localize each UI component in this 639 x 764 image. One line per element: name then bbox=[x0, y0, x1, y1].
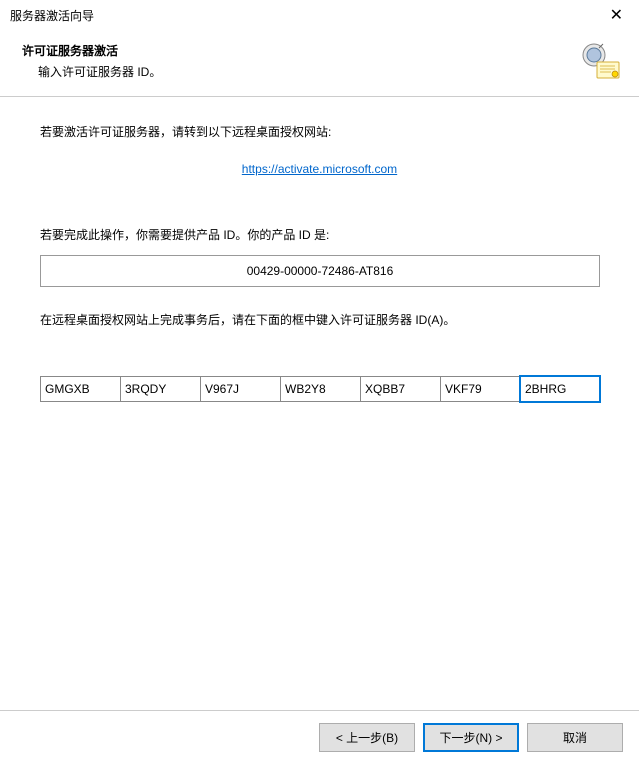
server-id-label: 在远程桌面授权网站上完成事务后，请在下面的框中键入许可证服务器 ID(A)。 bbox=[40, 311, 599, 328]
wizard-content: 若要激活许可证服务器，请转到以下远程桌面授权网站: https://activa… bbox=[0, 97, 639, 428]
window-title: 服务器激活向导 bbox=[10, 7, 94, 24]
id-segment-2[interactable] bbox=[120, 376, 200, 402]
id-segment-5[interactable] bbox=[360, 376, 440, 402]
product-id-label: 若要完成此操作，你需要提供产品 ID。你的产品 ID 是: bbox=[40, 226, 599, 243]
link-row: https://activate.microsoft.com bbox=[40, 162, 599, 176]
back-button[interactable]: < 上一步(B) bbox=[319, 723, 415, 752]
wizard-header: 许可证服务器激活 输入许可证服务器 ID。 bbox=[0, 30, 639, 97]
id-segment-3[interactable] bbox=[200, 376, 280, 402]
id-segment-6[interactable] bbox=[440, 376, 520, 402]
product-id-display: 00429-00000-72486-AT816 bbox=[40, 255, 600, 287]
activation-link[interactable]: https://activate.microsoft.com bbox=[242, 162, 397, 176]
certificate-icon bbox=[579, 38, 621, 80]
titlebar: 服务器激活向导 ✕ bbox=[0, 0, 639, 30]
page-title: 许可证服务器激活 bbox=[22, 42, 617, 59]
instruction-text-1: 若要激活许可证服务器，请转到以下远程桌面授权网站: bbox=[40, 123, 599, 140]
next-button[interactable]: 下一步(N) > bbox=[423, 723, 519, 752]
id-segment-1[interactable] bbox=[40, 376, 120, 402]
close-icon[interactable]: ✕ bbox=[604, 5, 629, 25]
server-id-input-group bbox=[40, 376, 600, 402]
page-subtitle: 输入许可证服务器 ID。 bbox=[38, 63, 617, 80]
wizard-footer: < 上一步(B) 下一步(N) > 取消 bbox=[0, 710, 639, 764]
id-segment-7[interactable] bbox=[520, 376, 600, 402]
cancel-button[interactable]: 取消 bbox=[527, 723, 623, 752]
id-segment-4[interactable] bbox=[280, 376, 360, 402]
